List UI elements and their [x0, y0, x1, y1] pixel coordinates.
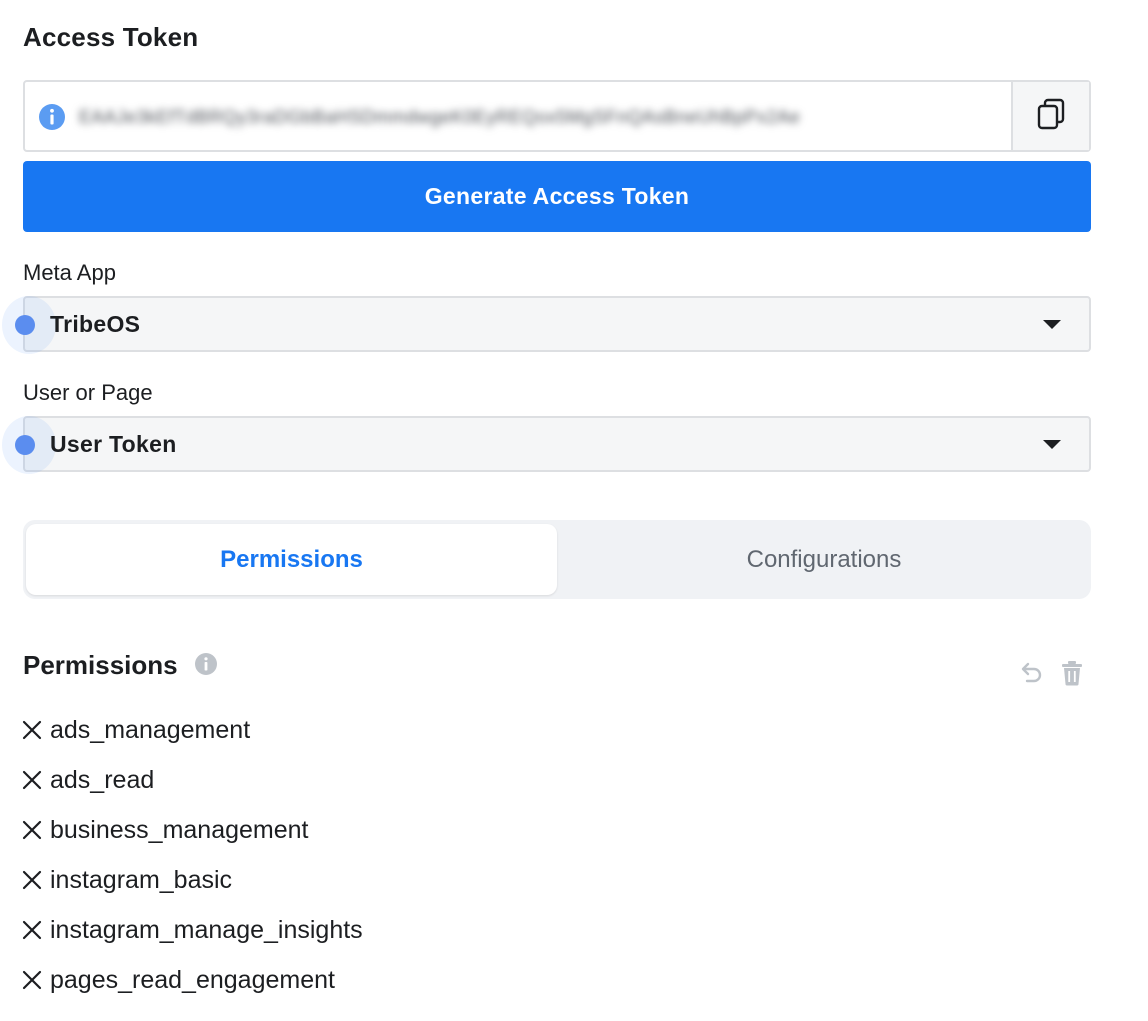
permission-name: instagram_basic [50, 865, 233, 894]
access-token-panel: Access Token EAAJe3kEfTdBRQy3raDGbBaHSDm… [0, 0, 1148, 1021]
tab-configurations[interactable]: Configurations [557, 524, 1091, 595]
chevron-down-icon [1043, 320, 1061, 329]
list-item: instagram_manage_insights [21, 905, 363, 955]
copy-token-button[interactable] [1011, 82, 1089, 150]
meta-app-selected-value: TribeOS [50, 311, 141, 337]
meta-app-select[interactable]: TribeOS [2, 296, 1091, 354]
close-x-icon[interactable] [21, 769, 43, 791]
permission-name: ads_read [50, 765, 155, 794]
access-token-field[interactable]: EAAJe3kEfTdBRQy3raDGbBaHSDmmdwgeK0EyREQo… [23, 80, 1091, 152]
close-x-icon[interactable] [21, 819, 43, 841]
access-token-title: Access Token [23, 22, 199, 52]
tab-bar: Permissions Configurations [23, 520, 1091, 599]
permission-name: pages_read_engagement [50, 965, 335, 994]
user-or-page-select[interactable]: User Token [2, 416, 1091, 474]
copy-icon [1034, 97, 1068, 136]
list-item: business_management [21, 805, 363, 855]
close-x-icon[interactable] [21, 969, 43, 991]
highlight-dot-icon [2, 296, 56, 354]
user-or-page-selected-value: User Token [50, 431, 177, 457]
list-item: ads_management [21, 705, 363, 755]
tab-permissions[interactable]: Permissions [26, 524, 557, 595]
permission-name: instagram_manage_insights [50, 915, 363, 944]
close-x-icon[interactable] [21, 919, 43, 941]
list-item: instagram_basic [21, 855, 363, 905]
generate-access-token-button[interactable]: Generate Access Token [23, 161, 1091, 232]
list-item: pages_read_engagement [21, 955, 363, 1005]
close-x-icon[interactable] [21, 869, 43, 891]
close-x-icon[interactable] [21, 719, 43, 741]
list-item: ads_read [21, 755, 363, 805]
permission-name: business_management [50, 815, 309, 844]
highlight-dot-icon [2, 416, 56, 474]
chevron-down-icon [1043, 440, 1061, 449]
info-circle-icon[interactable] [39, 104, 65, 130]
permission-name: ads_management [50, 715, 251, 744]
info-circle-icon[interactable] [195, 653, 217, 675]
undo-icon[interactable] [1018, 660, 1044, 686]
permissions-list: ads_management ads_read business_managem… [21, 705, 363, 1005]
user-or-page-label: User or Page [23, 380, 153, 405]
meta-app-label: Meta App [23, 260, 116, 285]
trash-icon[interactable] [1060, 660, 1084, 686]
permissions-title: Permissions [23, 650, 178, 680]
access-token-value[interactable]: EAAJe3kEfTdBRQy3raDGbBaHSDmmdwgeK0EyREQo… [79, 104, 1009, 130]
